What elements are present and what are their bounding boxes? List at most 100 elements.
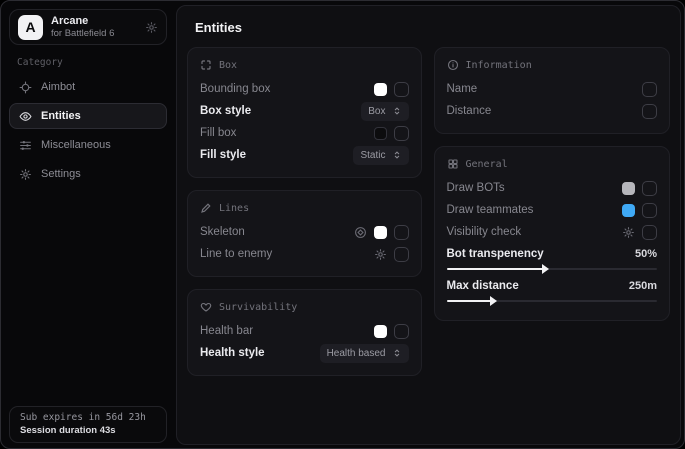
skeleton-config-icon[interactable] (354, 226, 367, 239)
draw-teammates-color-swatch[interactable] (622, 204, 635, 217)
box-style-row: Box style Box (200, 100, 409, 122)
heart-icon (200, 301, 212, 313)
card-title-text: Survivability (219, 302, 297, 313)
box-card: Box Bounding box Box style (187, 47, 422, 178)
main-panel: Entities Box Bounding box (176, 5, 681, 445)
crosshair-icon (19, 81, 32, 94)
lines-card: Lines Skeleton (187, 190, 422, 277)
bot-transparency-slider[interactable] (447, 268, 658, 270)
draw-bots-label: Draw BOTs (447, 182, 505, 194)
draw-bots-row: Draw BOTs (447, 177, 658, 199)
fill-box-color-swatch[interactable] (374, 127, 387, 140)
skeleton-checkbox[interactable] (394, 225, 409, 240)
health-style-row: Health style Health based (200, 342, 409, 364)
max-distance-label: Max distance (447, 280, 519, 292)
sidebar-item-label: Miscellaneous (41, 139, 111, 151)
box-card-title: Box (200, 57, 409, 73)
bounding-box-color-swatch[interactable] (374, 83, 387, 96)
fill-box-row: Fill box (200, 122, 409, 144)
app-name: Arcane (51, 15, 114, 27)
gear-icon (19, 168, 32, 181)
sidebar-nav: Aimbot Entities Miscellaneous (1, 74, 175, 187)
name-row: Name (447, 78, 658, 100)
max-distance-block: Max distance 250m (447, 277, 658, 302)
sidebar-item-label: Settings (41, 168, 81, 180)
skeleton-color-swatch[interactable] (374, 226, 387, 239)
fill-box-checkbox[interactable] (394, 126, 409, 141)
cheat-menu-window: A Arcane for Battlefield 6 Category Aimb… (0, 0, 685, 449)
card-title-text: General (466, 159, 508, 170)
max-distance-slider[interactable] (447, 300, 658, 302)
sidebar-item-miscellaneous[interactable]: Miscellaneous (9, 132, 167, 158)
bot-transparency-block: Bot transpenency 50% (447, 245, 658, 270)
fill-style-label: Fill style (200, 149, 246, 161)
sidebar-item-aimbot[interactable]: Aimbot (9, 74, 167, 100)
bot-transparency-value: 50% (635, 248, 657, 260)
chevrons-up-down-icon (392, 150, 402, 160)
lines-card-title: Lines (200, 200, 409, 216)
slider-thumb[interactable] (490, 296, 497, 306)
window-frame: A Arcane for Battlefield 6 Category Aimb… (0, 0, 685, 449)
app-logo: A (18, 15, 43, 40)
bounding-box-checkbox[interactable] (394, 82, 409, 97)
sidebar-item-entities[interactable]: Entities (9, 103, 167, 129)
bounding-box-row: Bounding box (200, 78, 409, 100)
skeleton-label: Skeleton (200, 226, 245, 238)
information-card-title: Information (447, 57, 658, 73)
fill-style-select[interactable]: Static (353, 146, 408, 165)
survivability-card-title: Survivability (200, 299, 409, 315)
visibility-check-label: Visibility check (447, 226, 522, 238)
line-to-enemy-checkbox[interactable] (394, 247, 409, 262)
slider-fill (447, 300, 491, 302)
gear-icon[interactable] (374, 248, 387, 261)
general-card-title: General (447, 156, 658, 172)
visibility-check-row: Visibility check (447, 221, 658, 243)
draw-bots-checkbox[interactable] (642, 181, 657, 196)
max-distance-value: 250m (629, 280, 657, 292)
card-title-text: Information (466, 60, 532, 71)
sub-expires-text: Sub expires in 56d 23h (20, 412, 156, 423)
card-title-text: Box (219, 60, 237, 71)
distance-label: Distance (447, 105, 492, 117)
session-duration-text: Session duration 43s (20, 425, 156, 436)
fill-style-value: Static (360, 150, 385, 161)
name-checkbox[interactable] (642, 82, 657, 97)
survivability-card: Survivability Health bar Health style (187, 289, 422, 376)
distance-checkbox[interactable] (642, 104, 657, 119)
distance-row: Distance (447, 100, 658, 122)
fill-style-row: Fill style Static (200, 144, 409, 166)
slider-thumb[interactable] (542, 264, 549, 274)
information-card: Information Name Distance (434, 47, 671, 134)
grid-icon (447, 158, 459, 170)
subscription-status-card: Sub expires in 56d 23h Session duration … (9, 406, 167, 443)
fill-box-label: Fill box (200, 127, 236, 139)
health-style-select[interactable]: Health based (320, 344, 409, 363)
sidebar-item-settings[interactable]: Settings (9, 161, 167, 187)
sidebar: A Arcane for Battlefield 6 Category Aimb… (1, 1, 175, 448)
category-label: Category (17, 57, 175, 68)
info-icon (447, 59, 459, 71)
card-title-text: Lines (219, 203, 249, 214)
eye-icon (19, 110, 32, 123)
visibility-check-checkbox[interactable] (642, 225, 657, 240)
sliders-icon (19, 139, 32, 152)
sidebar-item-label: Entities (41, 110, 81, 122)
chevrons-up-down-icon (392, 106, 402, 116)
draw-teammates-label: Draw teammates (447, 204, 534, 216)
draw-bots-color-swatch[interactable] (622, 182, 635, 195)
health-bar-row: Health bar (200, 320, 409, 342)
gear-icon[interactable] (145, 21, 158, 34)
name-label: Name (447, 83, 478, 95)
sidebar-item-label: Aimbot (41, 81, 75, 93)
box-style-select[interactable]: Box (361, 102, 408, 121)
health-bar-color-swatch[interactable] (374, 325, 387, 338)
gear-icon[interactable] (622, 226, 635, 239)
bounding-box-label: Bounding box (200, 83, 270, 95)
page-title: Entities (177, 6, 680, 46)
draw-teammates-checkbox[interactable] (642, 203, 657, 218)
pencil-icon (200, 202, 212, 214)
box-style-value: Box (368, 106, 385, 117)
box-brackets-icon (200, 59, 212, 71)
left-column: Box Bounding box Box style (187, 47, 422, 376)
health-bar-checkbox[interactable] (394, 324, 409, 339)
